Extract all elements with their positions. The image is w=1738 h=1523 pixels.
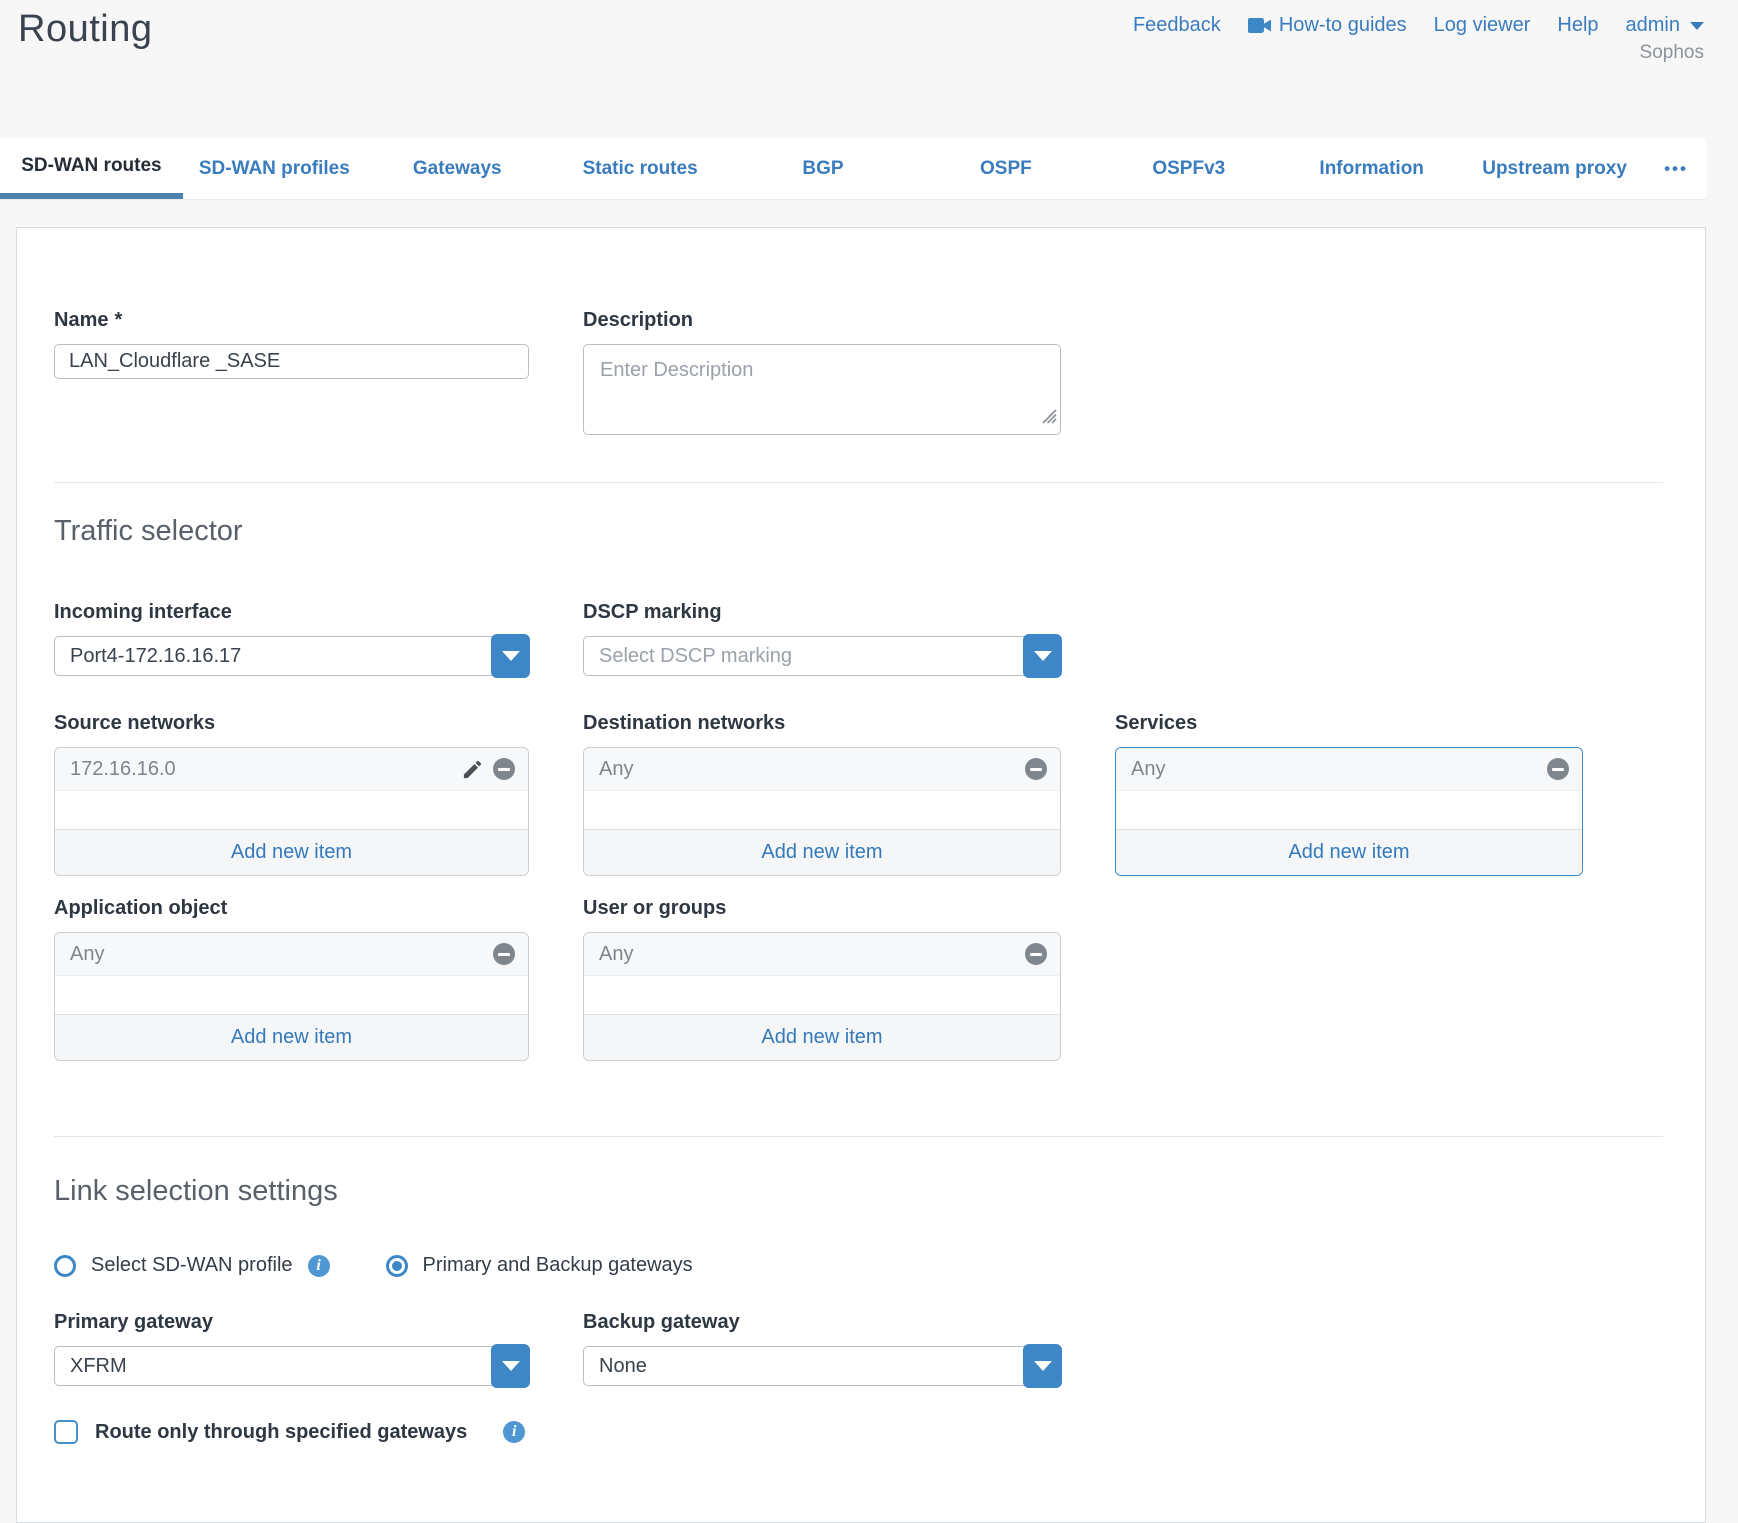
services-label: Services	[1115, 712, 1583, 735]
sd-wan-route-form: Name* Description Traffic selector Incom…	[16, 227, 1706, 1523]
incoming-interface-select[interactable]: Port4-172.16.16.17	[54, 636, 529, 676]
radio-primary-backup-gateways[interactable]	[386, 1255, 408, 1277]
description-field-group: Description	[583, 309, 1061, 435]
primary-gateway-label: Primary gateway	[54, 1311, 529, 1334]
application-object-box: Any Add new item	[54, 932, 529, 1061]
chevron-down-icon	[1034, 1361, 1052, 1371]
tab-upstream-proxy[interactable]: Upstream proxy	[1463, 138, 1646, 199]
remove-icon[interactable]	[493, 943, 515, 965]
services-box: Any Add new item	[1115, 747, 1583, 876]
remove-icon[interactable]	[493, 758, 515, 780]
add-new-item-button[interactable]: Add new item	[1116, 829, 1582, 875]
list-item: Any	[55, 933, 528, 976]
tab-gateways[interactable]: Gateways	[366, 138, 549, 199]
source-networks-box: 172.16.16.0 Add new item	[54, 747, 529, 876]
list-item: Any	[584, 748, 1060, 791]
section-divider	[54, 1136, 1663, 1137]
description-textarea[interactable]	[583, 344, 1061, 435]
destination-networks-label: Destination networks	[583, 712, 1061, 735]
backup-gateway-group: Backup gateway None	[583, 1311, 1061, 1386]
page-title: Routing	[18, 8, 152, 51]
backup-gateway-select[interactable]: None	[583, 1346, 1061, 1386]
destination-networks-box: Any Add new item	[583, 747, 1061, 876]
add-new-item-button[interactable]: Add new item	[584, 1014, 1060, 1060]
chevron-down-icon	[502, 651, 520, 661]
incoming-interface-label: Incoming interface	[54, 601, 529, 624]
edit-icon[interactable]	[461, 758, 484, 781]
page-header: Routing Feedback How-to guides Log viewe…	[0, 0, 1738, 138]
dscp-marking-label: DSCP marking	[583, 601, 1061, 624]
tab-ospfv3[interactable]: OSPFv3	[1097, 138, 1280, 199]
add-new-item-button[interactable]: Add new item	[55, 1014, 528, 1060]
tab-sd-wan-profiles[interactable]: SD-WAN profiles	[183, 138, 366, 199]
name-input[interactable]	[54, 344, 529, 379]
how-to-guides-link[interactable]: How-to guides	[1248, 14, 1407, 37]
backup-gateway-label: Backup gateway	[583, 1311, 1061, 1334]
description-label: Description	[583, 309, 1061, 332]
remove-icon[interactable]	[1025, 943, 1047, 965]
log-viewer-link[interactable]: Log viewer	[1434, 14, 1531, 37]
traffic-selector-heading: Traffic selector	[54, 515, 1663, 548]
help-link[interactable]: Help	[1557, 14, 1598, 37]
application-object-label: Application object	[54, 897, 529, 920]
source-networks-group: Source networks 172.16.16.0 Add new item	[54, 712, 529, 876]
admin-menu[interactable]: admin	[1626, 14, 1704, 37]
link-selection-heading: Link selection settings	[54, 1175, 1663, 1208]
list-item: Any	[1116, 748, 1582, 791]
radio-option-primary-backup-gateways: Primary and Backup gateways	[386, 1254, 693, 1277]
brand-label: Sophos	[1640, 42, 1704, 64]
chevron-down-icon	[502, 1361, 520, 1371]
tab-static-routes[interactable]: Static routes	[549, 138, 732, 199]
info-icon[interactable]: i	[503, 1421, 525, 1443]
incoming-interface-group: Incoming interface Port4-172.16.16.17	[54, 601, 529, 676]
application-object-group: Application object Any Add new item	[54, 897, 529, 1061]
more-tabs-button[interactable]: •••	[1646, 138, 1706, 199]
chevron-down-icon	[1690, 22, 1704, 30]
primary-gateway-select[interactable]: XFRM	[54, 1346, 529, 1386]
primary-gateway-group: Primary gateway XFRM	[54, 1311, 529, 1386]
user-or-groups-label: User or groups	[583, 897, 1061, 920]
remove-icon[interactable]	[1025, 758, 1047, 780]
list-item: 172.16.16.0	[55, 748, 528, 791]
top-navigation: Feedback How-to guides Log viewer Help a…	[1133, 14, 1704, 37]
radio-select-sd-wan-profile[interactable]	[54, 1255, 76, 1277]
dropdown-button[interactable]	[491, 634, 530, 678]
link-selection-options: Select SD-WAN profile i Primary and Back…	[54, 1254, 1663, 1277]
route-only-label: Route only through specified gateways	[95, 1421, 467, 1444]
add-new-item-button[interactable]: Add new item	[584, 829, 1060, 875]
user-or-groups-box: Any Add new item	[583, 932, 1061, 1061]
routing-tabbar: SD-WAN routes SD-WAN profiles Gateways S…	[0, 138, 1706, 200]
video-camera-icon	[1248, 17, 1271, 34]
dropdown-button[interactable]	[1023, 634, 1062, 678]
section-divider	[54, 482, 1663, 483]
tab-sd-wan-routes[interactable]: SD-WAN routes	[0, 138, 183, 199]
tab-information[interactable]: Information	[1280, 138, 1463, 199]
route-only-row: Route only through specified gateways i	[54, 1420, 1663, 1444]
dropdown-button[interactable]	[491, 1344, 530, 1388]
tab-bgp[interactable]: BGP	[732, 138, 915, 199]
name-label: Name*	[54, 309, 529, 332]
required-mark: *	[114, 309, 122, 332]
destination-networks-group: Destination networks Any Add new item	[583, 712, 1061, 876]
remove-icon[interactable]	[1547, 758, 1569, 780]
dscp-marking-select[interactable]: Select DSCP marking	[583, 636, 1061, 676]
chevron-down-icon	[1034, 651, 1052, 661]
tab-ospf[interactable]: OSPF	[914, 138, 1097, 199]
dropdown-button[interactable]	[1023, 1344, 1062, 1388]
source-networks-label: Source networks	[54, 712, 529, 735]
name-field-group: Name*	[54, 309, 529, 379]
list-item: Any	[584, 933, 1060, 976]
radio-option-sd-wan-profile: Select SD-WAN profile i	[54, 1254, 330, 1277]
user-or-groups-group: User or groups Any Add new item	[583, 897, 1061, 1061]
services-group: Services Any Add new item	[1115, 712, 1583, 876]
dscp-marking-group: DSCP marking Select DSCP marking	[583, 601, 1061, 676]
feedback-link[interactable]: Feedback	[1133, 14, 1221, 37]
info-icon[interactable]: i	[308, 1255, 330, 1277]
add-new-item-button[interactable]: Add new item	[55, 829, 528, 875]
route-only-checkbox[interactable]	[54, 1420, 78, 1444]
